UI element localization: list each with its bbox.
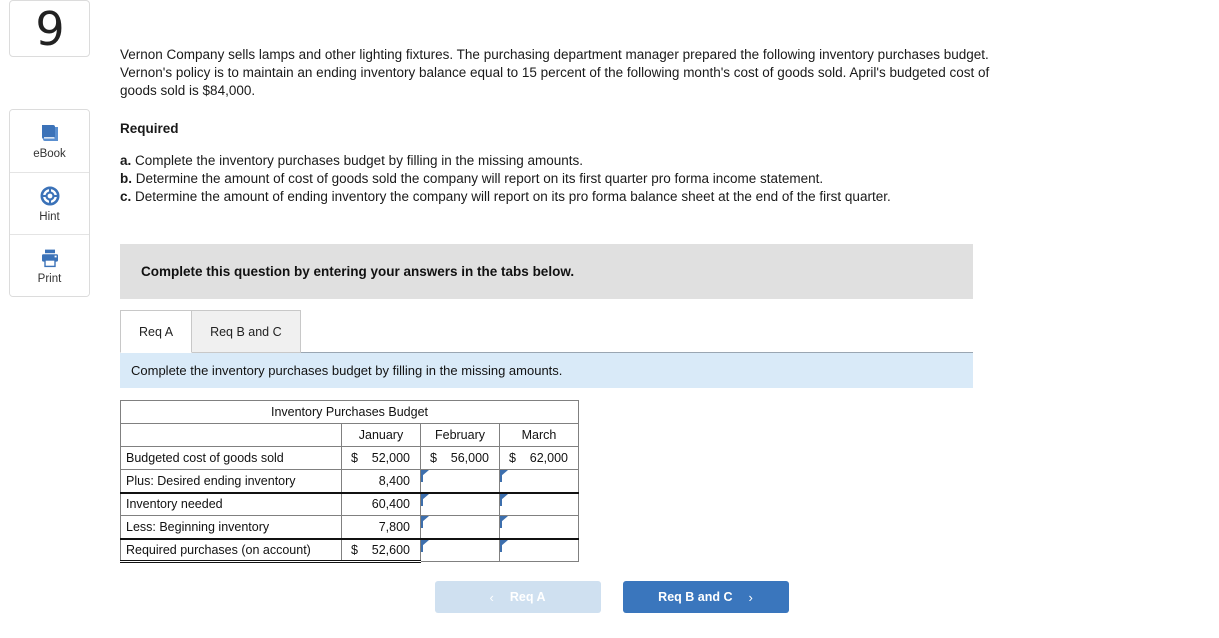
cell-value: 52,600	[371, 542, 410, 557]
requirement-b-text: Determine the amount of cost of goods so…	[135, 170, 824, 186]
cell-value: 52,000	[371, 451, 410, 466]
table-row: Required purchases (on account) $ 52,600	[120, 538, 579, 564]
cell-budgeted-cogs-february: $ 56,000	[420, 446, 500, 471]
instruction-bar-text: Complete this question by entering your …	[141, 264, 575, 280]
navigation-row: ‹ Req A Req B and C ›	[120, 581, 973, 614]
comment-flag-icon	[421, 539, 429, 552]
cell-budgeted-cogs-january: $ 52,000	[341, 446, 421, 471]
cell-budgeted-cogs-march: $ 62,000	[499, 446, 579, 471]
requirements-list: a. Complete the inventory purchases budg…	[120, 152, 1210, 207]
problem-paragraph: Vernon Company sells lamps and other lig…	[120, 47, 990, 99]
requirement-a-text: Complete the inventory purchases budget …	[135, 152, 584, 168]
input-beginning-inventory-february[interactable]	[420, 515, 500, 540]
left-rail: 9 eBook Hint Print	[9, 0, 90, 297]
hint-label: Hint	[39, 210, 60, 223]
comment-flag-icon	[500, 516, 508, 529]
hint-button[interactable]: Hint	[10, 172, 89, 234]
question-page: 9 eBook Hint Print Vernon Company sells …	[0, 0, 1219, 638]
requirement-c-marker: c.	[120, 189, 132, 205]
print-label: Print	[37, 272, 62, 285]
table-row: Less: Beginning inventory 7,800	[120, 515, 579, 540]
print-button[interactable]: Print	[10, 234, 89, 296]
inventory-purchases-budget-table: Inventory Purchases Budget January Febru…	[120, 400, 579, 564]
table-corner-cell	[120, 423, 342, 448]
tab-req-a[interactable]: Req A	[120, 310, 193, 354]
requirement-c: c. Determine the amount of ending invent…	[120, 188, 1210, 206]
cell-value: 7,800	[378, 519, 410, 534]
column-header-march: March	[499, 423, 579, 448]
tab-instruction-text: Complete the inventory purchases budget …	[131, 363, 563, 379]
requirement-a: a. Complete the inventory purchases budg…	[120, 152, 1210, 170]
currency-symbol: $	[351, 542, 358, 557]
table-row: Inventory needed 60,400	[120, 492, 579, 517]
cell-value: 8,400	[378, 473, 410, 488]
requirement-b-marker: b.	[120, 170, 132, 186]
table-header-row: January February March	[120, 423, 579, 448]
requirement-a-marker: a.	[120, 152, 132, 168]
ebook-button[interactable]: eBook	[10, 110, 89, 172]
input-inventory-needed-march[interactable]	[499, 492, 579, 517]
prev-req-a-button[interactable]: ‹ Req A	[434, 581, 601, 614]
requirement-c-text: Determine the amount of ending inventory…	[135, 189, 891, 205]
table-row: Budgeted cost of goods sold $ 52,000 $ 5…	[120, 446, 579, 471]
ebook-label: eBook	[33, 148, 66, 160]
tab-bar: Req A Req B and C	[120, 308, 973, 354]
required-heading: Required	[120, 120, 179, 136]
tab-req-b-and-c-label: Req B and C	[210, 324, 282, 339]
prev-button-label: Req A	[509, 590, 546, 605]
cell-beginning-inventory-january: 7,800	[341, 515, 421, 540]
comment-flag-icon	[500, 539, 508, 552]
tool-panel: eBook Hint Print	[9, 109, 90, 297]
question-number: 9	[35, 1, 64, 56]
budget-table-wrapper: Inventory Purchases Budget January Febru…	[120, 400, 1210, 564]
row-label-budgeted-cogs: Budgeted cost of goods sold	[120, 446, 342, 471]
next-req-b-and-c-button[interactable]: Req B and C ›	[622, 581, 789, 614]
cell-value: 56,000	[450, 451, 489, 466]
row-label-desired-ending-inventory: Plus: Desired ending inventory	[120, 469, 342, 494]
cell-value: 62,000	[529, 451, 568, 466]
comment-flag-icon	[421, 470, 429, 483]
comment-flag-icon	[421, 493, 429, 506]
input-inventory-needed-february[interactable]	[420, 492, 500, 517]
row-label-required-purchases: Required purchases (on account)	[120, 538, 342, 564]
currency-symbol: $	[351, 451, 358, 466]
comment-flag-icon	[421, 516, 429, 529]
cell-value: 60,400	[371, 497, 410, 512]
row-label-beginning-inventory: Less: Beginning inventory	[120, 515, 342, 540]
comment-flag-icon	[500, 493, 508, 506]
input-beginning-inventory-march[interactable]	[499, 515, 579, 540]
comment-flag-icon	[500, 470, 508, 483]
cell-inventory-needed-january: 60,400	[341, 492, 421, 517]
question-number-badge: 9	[9, 0, 90, 57]
instruction-bar: Complete this question by entering your …	[120, 244, 973, 300]
column-header-january: January	[341, 423, 421, 448]
tab-instruction-bar: Complete the inventory purchases budget …	[120, 352, 973, 389]
tab-req-a-label: Req A	[139, 324, 174, 339]
table-title-row: Inventory Purchases Budget	[120, 400, 579, 425]
main-column: Vernon Company sells lamps and other lig…	[120, 0, 1210, 614]
table-title: Inventory Purchases Budget	[120, 400, 579, 425]
requirement-b: b. Determine the amount of cost of goods…	[120, 170, 1210, 188]
input-required-purchases-march[interactable]	[499, 538, 579, 563]
next-button-label: Req B and C	[658, 590, 733, 605]
book-icon	[39, 122, 61, 144]
column-header-february: February	[420, 423, 500, 448]
printer-icon	[39, 247, 61, 269]
input-desired-ending-inventory-march[interactable]	[499, 469, 579, 494]
tab-req-b-and-c[interactable]: Req B and C	[191, 310, 301, 354]
input-desired-ending-inventory-february[interactable]	[420, 469, 500, 494]
table-row: Plus: Desired ending inventory 8,400	[120, 469, 579, 494]
row-label-inventory-needed: Inventory needed	[120, 492, 342, 517]
lifebuoy-icon	[39, 185, 61, 207]
input-required-purchases-february[interactable]	[420, 538, 500, 563]
currency-symbol: $	[509, 451, 516, 466]
chevron-left-icon: ‹	[489, 589, 494, 605]
currency-symbol: $	[430, 451, 437, 466]
cell-desired-ending-inventory-january: 8,400	[341, 469, 421, 494]
chevron-right-icon: ›	[748, 589, 753, 605]
cell-required-purchases-january: $ 52,600	[341, 538, 421, 564]
